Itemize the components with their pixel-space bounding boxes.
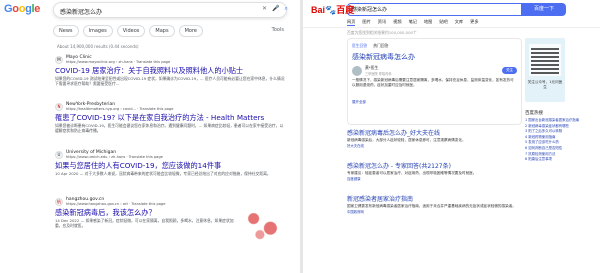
result-source[interactable]: 百度健康 [347,176,522,181]
health-answer-card: 医生回答 热门回答 感染新冠病毒怎么办 黄*医生 三甲医院 呼吸内科 关注 一般情况… [347,38,522,125]
site-favicon: 杭 [55,197,63,206]
result-snippet: 10 Apr 2020 — 对于大多数人来说，冠状病毒带来的症状可能会比较轻微，… [55,171,271,176]
site-url[interactable]: https://www.hangzhou.gov.cn › art · Tran… [66,202,165,206]
google-pane: Google 感染新冠怎么办 ✕ 🎤 ⌕ News Images Videos … [0,0,300,273]
baidu-pane: Bai🐾百度 感染新冠怎么办 百度一下 网页 图片 资讯 视频 笔记 地图 贴吧… [303,0,600,273]
search-query: 感染新冠怎么办 [60,9,103,16]
divider [303,27,600,28]
search-result: N NewYork-Presbyterian https://healthmatt… [55,102,285,133]
mic-icon[interactable]: 🎤 [272,5,279,13]
card-tab-hot[interactable]: 热门回答 [373,43,388,49]
google-search-input[interactable]: 感染新冠怎么办 [53,2,287,18]
tab-news[interactable]: 资讯 [378,19,386,26]
tab-images[interactable]: 图片 [362,19,370,26]
tab-news[interactable]: News [53,25,79,37]
hot-title: 百度热搜 [525,111,543,116]
doctor-avatar [352,65,362,76]
result-stats: About 14,900,000 results (0.44 seconds) [57,44,139,49]
site-favicon: M [55,55,63,64]
ad-text: 关注公众号，1元问医生 [527,80,563,89]
virus-thumbnail[interactable] [241,209,283,241]
tab-tieba[interactable]: 贴吧 [439,19,447,26]
search-result: 杭 hangzhou.gov.cn https://www.hangzhou.go… [55,197,285,241]
tab-images[interactable]: Images [82,25,113,37]
result-title[interactable]: 感染新冠病毒后怎么办_好大夫在线 [347,130,522,138]
tab-more[interactable]: 更多 [470,19,478,26]
card-answer: 一般情况下，感染新冠病毒后需要注意居家隔离，多喝水，保持充足休息，监测体温变化，… [352,78,514,87]
tab-wenku[interactable]: 文库 [455,19,463,26]
google-logo[interactable]: Google [4,3,40,15]
result-source[interactable]: 好大夫在线 [347,143,522,148]
result-snippet: 国家卫健委发布新冠病毒感染者居家治疗指南，适用于未合并严重基础疾病的无症状或症状… [347,204,516,208]
tab-more[interactable]: More [178,25,203,37]
tab-web[interactable]: 网页 [347,19,356,26]
result-snippet: 如果您的COVID-19 测试结果呈阳性或出现COVID-19 症状，如果确诊为… [55,76,285,86]
search-icon[interactable]: ⌕ [285,5,288,13]
result-snippet: 如果您被诊断患有COVID-19，医生可能会建议您在家休息和治疗。遇到健康问题时… [55,123,284,133]
result-snippet: 14 Dec 2022 — 如果感染了新冠，症状轻微，可以在家隔离，自我照顾，多… [55,218,234,228]
result-title[interactable]: 新冠感染者居家治疗指南 [347,196,522,204]
result-source[interactable]: 中国政府网 [347,209,522,214]
hot-item[interactable]: 8 阳康后注意事项 [525,157,595,163]
result-title[interactable]: COVID-19 居家治疗：关于自我照料以及照料他人的小贴士 [55,66,285,75]
site-favicon: N [55,102,63,111]
close-icon[interactable]: ✕ [262,5,267,13]
tab-video[interactable]: 视频 [393,19,401,26]
site-favicon: U [55,150,63,159]
result-title[interactable]: 感染新冠怎么办 - 专家回答(共2127条) [347,163,522,171]
search-result: U University of Michigan https://www.umic… [55,150,285,176]
google-tabs: News Images Videos Maps More [53,25,293,37]
site-url[interactable]: https://healthmatters.nyp.org › covid...… [66,107,174,111]
tools-button[interactable]: Tools [272,27,284,33]
hot-list: 百度热搜 1 国家出台新冠感染者居家治疗指南 2 新冠病毒感染症状都有哪些 3 … [525,110,595,163]
expand-link[interactable]: 展开全部 [352,100,366,104]
result-title[interactable]: 罹患了COVID-19? 以下是在家自我治疗的方法 - Health Matte… [55,113,285,122]
search-result: 感染新冠怎么办 - 专家回答(共2127条) 专家建议：轻症患者可以居家治疗，对… [347,163,522,181]
result-count: 百度为您找到相关结果约100,000,000个 [347,30,417,35]
tab-maps[interactable]: 地图 [424,19,432,26]
baidu-search-input[interactable]: 感染新冠怎么办 [347,3,522,16]
baidu-tabs: 网页 图片 资讯 视频 笔记 地图 贴吧 文库 更多 [347,19,479,26]
qr-code [529,44,561,76]
search-result: M Mayo Clinic https://www.mayoclinic.org … [55,55,285,86]
doctor-title: 三甲医院 呼吸内科 [365,72,392,76]
site-url[interactable]: https://www.mayoclinic.org › zh-hans · T… [66,60,170,64]
site-url[interactable]: https://www.umich.edu › zh-hans · Transl… [66,155,163,159]
search-result: 感染新冠病毒后怎么办_好大夫在线 新冠病毒感染后，大部分人症状较轻，居家休息即可… [347,130,522,148]
tab-notes[interactable]: 笔记 [409,19,417,26]
tab-maps[interactable]: Maps [149,25,175,37]
card-title[interactable]: 感染新冠病毒怎么办 [352,53,517,62]
baidu-search-button[interactable]: 百度一下 [522,3,566,16]
tab-videos[interactable]: Videos [116,25,146,37]
result-title[interactable]: 如果与您居住的人有COVID-19，您应该做的14件事 [55,161,285,170]
follow-button[interactable]: 关注 [502,67,517,74]
search-result: 新冠感染者居家治疗指南 国家卫健委发布新冠病毒感染者居家治疗指南，适用于未合并严… [347,196,522,214]
card-tab-doctor[interactable]: 医生回答 [352,43,367,49]
